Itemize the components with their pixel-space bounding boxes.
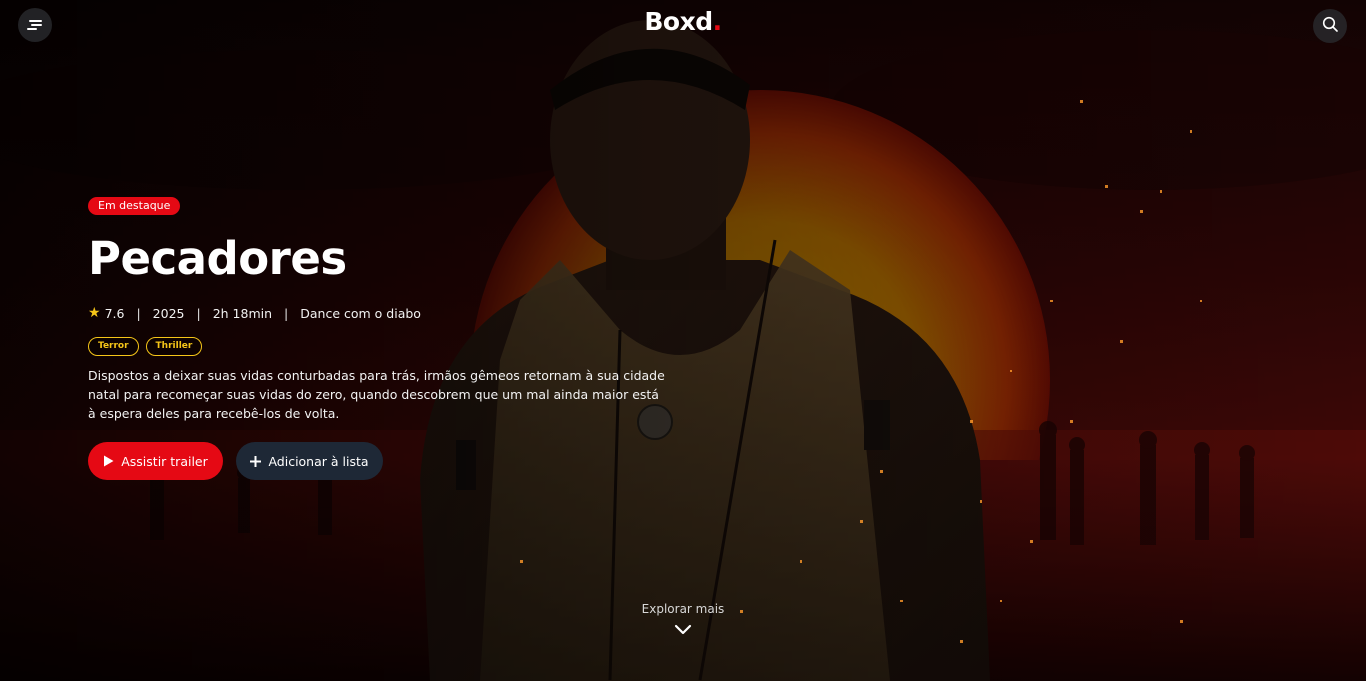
star-icon: ★ (88, 305, 101, 321)
search-icon (1322, 16, 1338, 36)
movie-synopsis: Dispostos a deixar suas vidas conturbada… (88, 368, 665, 421)
app-logo[interactable]: Boxd. (0, 7, 1366, 36)
add-to-list-button[interactable]: Adicionar à lista (236, 442, 383, 480)
movie-meta: ★ 7.6 | 2025 | 2h 18min | Dance com o di… (88, 304, 678, 322)
search-button[interactable] (1313, 9, 1347, 43)
genre-tag-terror[interactable]: Terror (88, 337, 139, 356)
genre-tag-thriller[interactable]: Thriller (145, 337, 203, 356)
featured-badge: Em destaque (88, 197, 181, 215)
meta-separator: | (136, 305, 141, 321)
watch-trailer-button[interactable]: Assistir trailer (88, 442, 223, 480)
movie-duration: 2h 18min (212, 305, 273, 321)
movie-title: Pecadores (88, 232, 347, 285)
meta-separator: | (284, 305, 289, 321)
hero-banner: Boxd. Em destaque Pecadores ★ 7.6 | 2025… (0, 0, 1366, 681)
explore-more-button[interactable]: Explorar mais (0, 602, 1366, 635)
plus-icon (250, 455, 262, 467)
movie-year: 2025 (152, 305, 185, 321)
logo-dot: . (712, 7, 723, 36)
hero-actions: Assistir trailer Adicionar à lista (88, 442, 678, 480)
add-to-list-label: Adicionar à lista (268, 453, 369, 469)
play-icon (103, 455, 114, 467)
watch-trailer-label: Assistir trailer (121, 453, 208, 469)
featured-content: Em destaque Pecadores ★ 7.6 | 2025 | 2h … (88, 194, 678, 480)
genre-list: Terror Thriller (88, 337, 678, 356)
logo-text: Boxd (644, 7, 713, 36)
explore-more-label: Explorar mais (641, 602, 725, 616)
meta-separator: | (196, 305, 201, 321)
chevron-down-icon (0, 624, 1366, 635)
movie-rating: 7.6 (104, 305, 125, 321)
movie-tagline: Dance com o diabo (300, 305, 421, 321)
